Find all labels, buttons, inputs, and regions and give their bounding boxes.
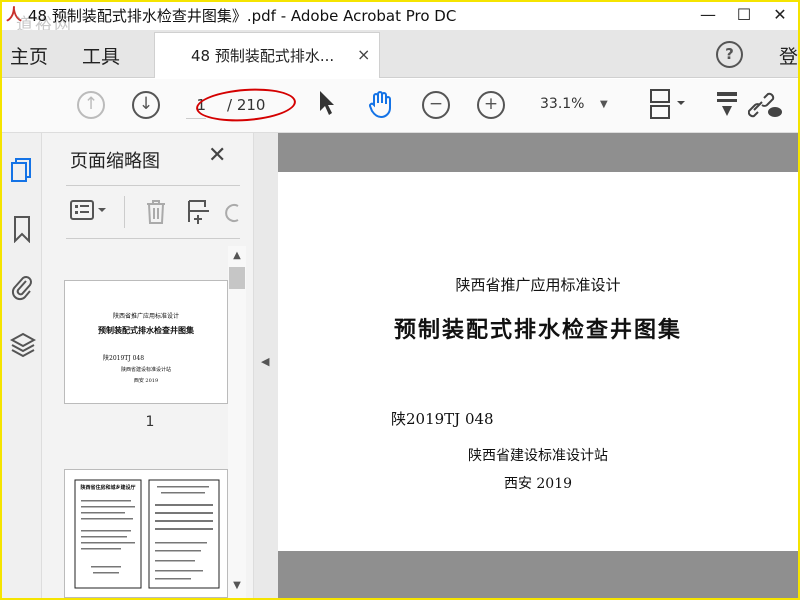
window-title: 48 预制装配式排水检查井图集》.pdf - Adobe Acrobat Pro… <box>28 7 457 25</box>
red-annotation-ellipse <box>195 85 297 125</box>
scroll-up-icon[interactable]: ▲ <box>228 246 246 266</box>
title-bar: 人 道裕网 48 预制装配式排水检查井图集》.pdf - Adobe Acrob… <box>2 2 798 35</box>
attachments-icon[interactable] <box>10 273 34 301</box>
panel-splitter[interactable]: ◀ <box>254 133 278 598</box>
document-tab-label: 48 预制装配式排水... <box>191 47 335 65</box>
close-panel-icon[interactable]: ✕ <box>208 143 226 168</box>
thumb2-heading: 陕西省住房和城乡建设厅 <box>80 485 136 491</box>
page-thumbnails-panel: 页面缩略图 ✕ ▲ ▼ 陕西省推广应用标准设计 预制装配式排水检查井图集 陕20… <box>42 133 254 598</box>
page-fit-icon[interactable] <box>647 88 687 128</box>
thumbnail-options-icon[interactable] <box>70 198 108 229</box>
delete-page-icon[interactable] <box>144 198 168 231</box>
thumb-place-year: 西安 2019 <box>133 378 159 384</box>
page-thumbnail-2[interactable]: 陕西省住房和城乡建设厅 <box>64 469 228 598</box>
home-tab[interactable]: 主页 <box>10 42 48 69</box>
thumb-publisher: 陕西省建设标准设计站 <box>120 367 171 373</box>
thumbnail-page-number: 1 <box>145 414 155 430</box>
hand-tool-icon[interactable] <box>366 89 396 125</box>
help-icon[interactable]: ? <box>716 41 743 68</box>
rotate-page-icon[interactable] <box>224 198 240 231</box>
doc-publisher: 陕西省建设标准设计站 <box>468 448 608 464</box>
layers-icon[interactable] <box>9 331 37 359</box>
thumb-subtitle: 陕西省推广应用标准设计 <box>112 313 179 320</box>
page-thumbnails-icon[interactable] <box>10 157 34 185</box>
doc-place-year: 西安 2019 <box>503 476 573 492</box>
document-tab[interactable]: 48 预制装配式排水... × <box>154 32 380 78</box>
page-thumbnail-1[interactable]: 陕西省推广应用标准设计 预制装配式排水检查井图集 陕2019TJ 048 陕西省… <box>64 280 228 404</box>
thumbnail-toolbar <box>66 185 240 239</box>
zoom-dropdown-icon[interactable]: ▼ <box>600 99 608 110</box>
select-arrow-icon[interactable] <box>318 89 336 123</box>
markup-icon[interactable] <box>714 88 742 128</box>
document-view[interactable]: 陕西省推广应用标准设计 预制装配式排水检查井图集 陕2019TJ 048 陕西省… <box>278 133 798 598</box>
share-link-icon[interactable] <box>747 88 784 128</box>
maximize-button[interactable]: ☐ <box>726 2 762 28</box>
minimize-button[interactable]: — <box>690 2 726 28</box>
left-tool-rail <box>2 133 42 598</box>
doc-title: 预制装配式排水检查井图集 <box>393 317 682 343</box>
close-window-button[interactable]: ✕ <box>762 2 798 28</box>
prev-page-icon[interactable]: ↑ <box>77 91 105 119</box>
extract-page-icon[interactable] <box>186 198 212 231</box>
pdf-page: 陕西省推广应用标准设计 预制装配式排水检查井图集 陕2019TJ 048 陕西省… <box>278 172 798 551</box>
doc-subtitle: 陕西省推广应用标准设计 <box>455 276 621 294</box>
bookmarks-icon[interactable] <box>10 215 34 244</box>
doc-code: 陕2019TJ 048 <box>391 410 494 428</box>
menu-tab-bar: 主页 工具 48 预制装配式排水... × ? 登 <box>2 30 798 78</box>
acrobat-window: 人 道裕网 48 预制装配式排水检查井图集》.pdf - Adobe Acrob… <box>0 0 800 600</box>
sign-in-link[interactable]: 登 <box>779 42 798 69</box>
tools-tab[interactable]: 工具 <box>82 42 120 69</box>
thumb-code: 陕2019TJ 048 <box>103 355 145 362</box>
toolbar-separator <box>124 196 125 228</box>
close-tab-icon[interactable]: × <box>357 45 370 64</box>
zoom-in-icon[interactable]: + <box>477 91 505 119</box>
zoom-out-icon[interactable]: − <box>422 91 450 119</box>
scrollbar-thumb[interactable] <box>229 267 245 289</box>
next-page-icon[interactable]: ↓ <box>132 91 160 119</box>
main-toolbar: ↑ ↓ 1 / 210 − + 33.1% ▼ <box>2 79 798 133</box>
zoom-level[interactable]: 33.1% <box>540 96 620 112</box>
collapse-panel-icon[interactable]: ◀ <box>261 355 269 368</box>
thumb-title: 预制装配式排水检查井图集 <box>98 325 194 335</box>
scroll-down-icon[interactable]: ▼ <box>228 576 246 596</box>
thumbnails-panel-title: 页面缩略图 <box>70 151 160 172</box>
